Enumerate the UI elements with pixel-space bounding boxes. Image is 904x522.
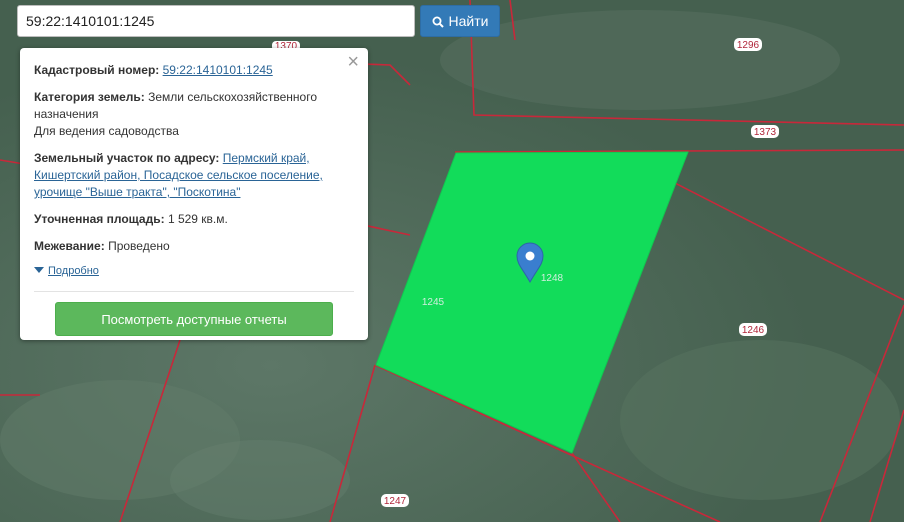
category-row: Категория земель: Земли сельскохозяйстве… (34, 89, 354, 140)
svg-text:1248: 1248 (541, 273, 564, 284)
area-value: 1 529 кв.м. (167, 212, 228, 226)
svg-text:1246: 1246 (742, 325, 765, 336)
label-1373: 1373 (751, 125, 779, 138)
category-label: Категория земель: (34, 90, 145, 104)
cadastral-link[interactable]: 59:22:1410101:1245 (163, 63, 273, 77)
parcel-info-popup: × Кадастровый номер: 59:22:1410101:1245 … (20, 48, 368, 340)
search-button[interactable]: Найти (420, 5, 500, 37)
address-label: Земельный участок по адресу: (34, 151, 220, 165)
label-1296: 1296 (734, 38, 762, 51)
search-input[interactable] (17, 5, 415, 37)
details-toggle[interactable]: Подробно (34, 265, 354, 277)
label-1247: 1247 (381, 494, 409, 507)
survey-row: Межевание: Проведено (34, 238, 354, 255)
search-button-label: Найти (448, 13, 489, 29)
label-1246: 1246 (739, 323, 767, 336)
svg-text:1373: 1373 (754, 127, 777, 138)
label-1248: 1248 (541, 273, 564, 284)
svg-text:1296: 1296 (737, 40, 760, 51)
svg-text:1245: 1245 (422, 297, 445, 308)
use-value: Для ведения садоводства (34, 124, 179, 138)
survey-value: Проведено (108, 239, 170, 253)
area-label: Уточненная площадь: (34, 212, 165, 226)
address-row: Земельный участок по адресу: Пермский кр… (34, 150, 354, 201)
close-icon[interactable]: × (347, 52, 359, 72)
search-icon (432, 15, 444, 28)
cadastral-label: Кадастровый номер: (34, 63, 160, 77)
label-1245: 1245 (422, 297, 445, 308)
cadastral-row: Кадастровый номер: 59:22:1410101:1245 (34, 62, 354, 79)
view-reports-button[interactable]: Посмотреть доступные отчеты (55, 302, 333, 336)
survey-label: Межевание: (34, 239, 105, 253)
area-row: Уточненная площадь: 1 529 кв.м. (34, 211, 354, 228)
caret-down-icon (34, 265, 44, 277)
svg-text:1247: 1247 (384, 496, 407, 507)
details-link[interactable]: Подробно (48, 265, 99, 277)
divider (34, 291, 354, 292)
